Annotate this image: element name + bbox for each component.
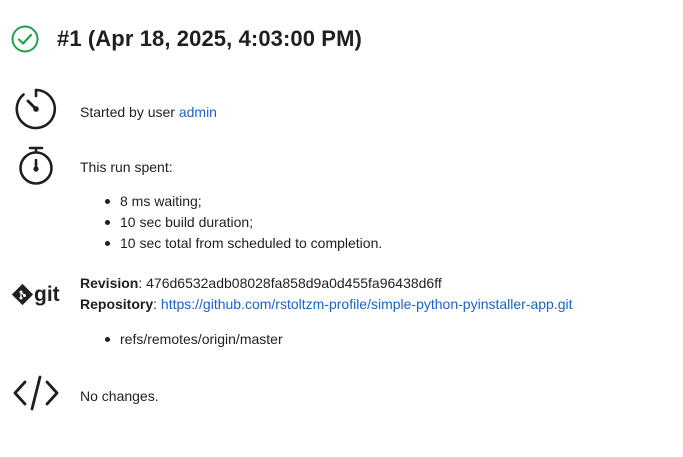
- page-title: #1 (Apr 18, 2025, 4:03:00 PM): [57, 26, 362, 51]
- code-brackets-icon: [12, 374, 60, 412]
- revision-label: Revision: [80, 275, 139, 291]
- repository-sep: :: [153, 296, 161, 312]
- timing-heading: This run spent:: [80, 159, 173, 175]
- changes-text: No changes.: [80, 388, 159, 404]
- success-check-circle-icon: [10, 24, 40, 54]
- list-item: 10 sec build duration;: [104, 212, 382, 233]
- started-by-line: Started by user admin: [80, 102, 217, 122]
- list-item: 10 sec total from scheduled to completio…: [104, 233, 382, 254]
- stopwatch-icon: [16, 145, 56, 187]
- list-item: 8 ms waiting;: [104, 191, 382, 212]
- timing-list: 8 ms waiting; 10 sec build duration; 10 …: [104, 191, 382, 254]
- git-logo-text: git: [34, 283, 60, 306]
- user-link-admin[interactable]: admin: [179, 104, 217, 120]
- repository-line: Repository: https://github.com/rstoltzm-…: [80, 294, 573, 314]
- build-title-row: #1 (Apr 18, 2025, 4:03:00 PM): [10, 22, 362, 56]
- repository-link[interactable]: https://github.com/rstoltzm-profile/simp…: [161, 296, 573, 312]
- branch-list: refs/remotes/origin/master: [104, 329, 283, 350]
- timer-gauge-icon: [14, 87, 58, 131]
- revision-line: Revision: 476d6532adb08028fa858d9a0d455f…: [80, 273, 442, 293]
- list-item: refs/remotes/origin/master: [104, 329, 283, 350]
- revision-value: : 476d6532adb08028fa858d9a0d455fa96438d6…: [138, 275, 442, 291]
- repository-label: Repository: [80, 296, 154, 312]
- started-by-text: Started by user: [80, 104, 179, 120]
